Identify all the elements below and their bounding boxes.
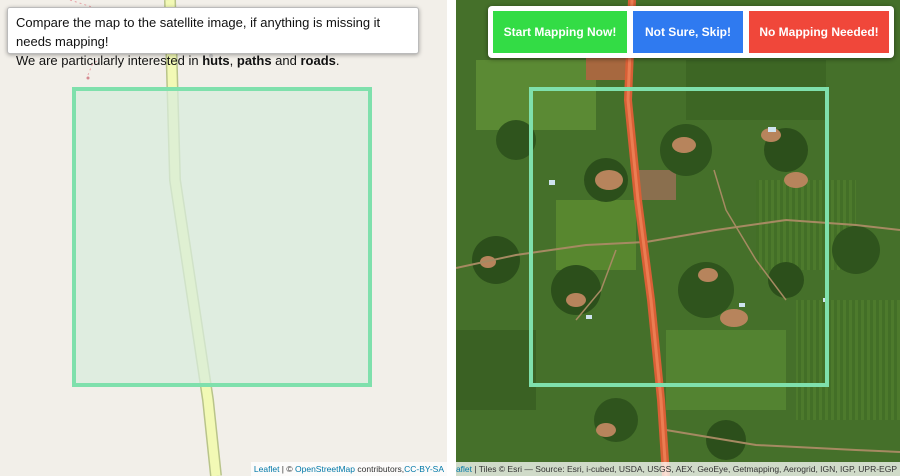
osm-map-layer [69,0,372,476]
sat-attribution-text: | Tiles © Esri — Source: Esri, i-cubed, … [472,464,897,474]
term-huts: huts [202,53,230,68]
sat-roof [768,127,776,132]
start-mapping-button[interactable]: Start Mapping Now! [493,11,627,53]
sat-attribution: Leaflet | Tiles © Esri — Source: Esri, i… [456,462,900,476]
osm-attribution: Leaflet | © OpenStreetMap contributors,C… [250,462,447,476]
instruction-sep: , [229,53,237,68]
license-link[interactable]: CC-BY-SA [404,464,444,474]
pane-divider [447,0,456,476]
skip-button[interactable]: Not Sure, Skip! [633,11,743,53]
sat-field [666,330,786,410]
satellite-imagery-layer [456,0,900,476]
no-mapping-needed-button[interactable]: No Mapping Needed! [749,11,889,53]
instruction-prefix: We are particularly interested in [16,53,203,68]
attribution-separator: | © [279,464,295,474]
decision-button-bar: Start Mapping Now! Not Sure, Skip! No Ma… [488,6,894,58]
sat-tree-cluster [551,265,601,315]
sat-field [556,200,636,270]
osm-map-pane[interactable]: Compare the map to the satellite image, … [0,0,447,476]
satellite-map-pane[interactable]: Leaflet | Tiles © Esri — Source: Esri, i… [456,0,900,476]
sat-compound [672,137,696,153]
sat-roof [739,303,745,307]
sat-field [636,170,676,200]
sat-compound [566,293,586,307]
sat-roof [586,315,592,319]
sat-field [456,330,536,410]
sat-compound [698,268,718,282]
sat-compound [595,170,623,190]
attribution-contributors: contributors, [355,464,405,474]
sat-field [796,300,900,420]
sat-tree-cluster [768,262,804,298]
term-paths: paths [236,53,272,68]
instruction-line-2: We are particularly interested in huts, … [16,51,418,70]
instruction-box: Compare the map to the satellite image, … [7,7,419,68]
leaflet-link[interactable]: Leaflet [456,464,472,474]
osm-point [86,76,90,80]
sat-roof [549,180,555,185]
leaflet-link[interactable]: Leaflet [254,464,280,474]
instruction-suffix: . [335,53,340,68]
instruction-line-1: Compare the map to the satellite image, … [16,15,381,49]
openstreetmap-link[interactable]: OpenStreetMap [295,464,355,474]
sat-tree-cluster [832,226,880,274]
sat-compound [784,172,808,188]
instruction-sep: and [271,53,301,68]
sat-compound [596,423,616,437]
sat-compound [720,309,748,327]
osm-selection-box [72,87,372,387]
sat-field [476,60,596,130]
term-roads: roads [300,53,336,68]
